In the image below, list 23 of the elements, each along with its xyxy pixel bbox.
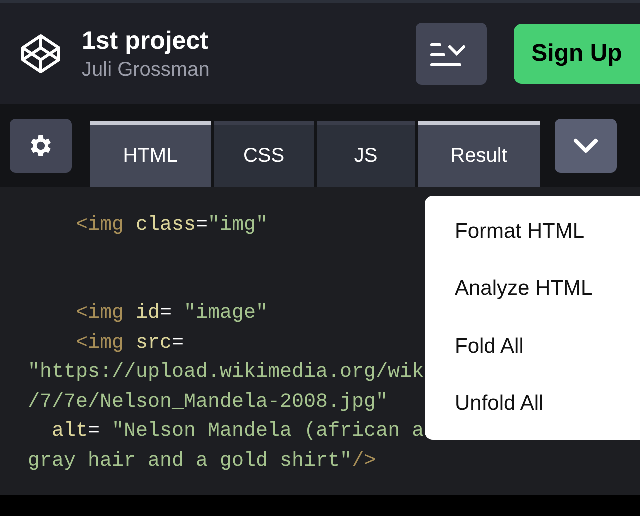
sign-up-button[interactable]: Sign Up [514,24,640,84]
chevron-down-icon [573,138,599,154]
cube-logo-icon [20,32,62,74]
view-options-button[interactable] [416,22,487,84]
code-line: <img src= [75,330,184,356]
editor-tab[interactable]: HTML [90,121,211,187]
code-line: gray hair and a gold shirt"/> [28,448,376,474]
author-name[interactable]: Juli Grossman [82,56,416,82]
dropdown-button[interactable] [555,119,617,173]
menu-item[interactable]: Fold All [425,334,640,359]
code-line: /7/7e/Nelson_Mandela-2008.jpg" [28,390,388,416]
code-line: alt= "Nelson Mandela (african a [51,419,424,445]
editor-tab[interactable]: Result [418,121,540,187]
menu-item[interactable]: Format HTML [425,220,640,244]
menu-item[interactable]: Analyze HTML [425,277,640,302]
settings-button[interactable] [10,119,72,173]
code-line: <img class="img" [75,212,268,238]
menu-item[interactable]: Unfold All [425,392,640,416]
editor-tab[interactable]: CSS [214,121,314,187]
project-title: 1st project [82,26,210,56]
code-line: "https://upload.wikimedia.org/wik [28,360,424,386]
editor-tab[interactable]: JS [317,121,415,187]
code-line: <img id= "image" [75,301,268,327]
